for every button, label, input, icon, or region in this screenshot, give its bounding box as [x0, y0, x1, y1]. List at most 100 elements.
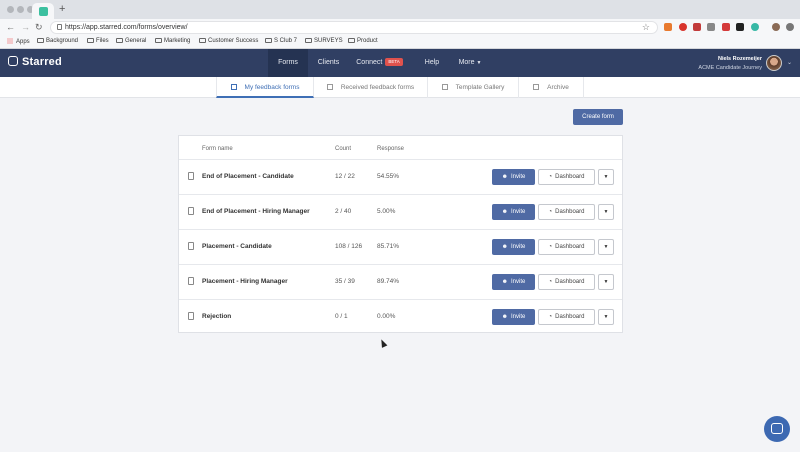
- folder-icon: [265, 38, 272, 43]
- chat-icon: [771, 423, 783, 434]
- starred-logo[interactable]: Starred: [8, 56, 62, 68]
- bookmark-surveys[interactable]: SURVEYS: [305, 38, 343, 44]
- caret-down-icon: ▼: [603, 314, 609, 320]
- row-options-dropdown[interactable]: ▼: [598, 274, 614, 290]
- dashboard-button[interactable]: ◔ Dashboard: [538, 169, 595, 185]
- back-arrow-icon[interactable]: ←: [6, 22, 15, 32]
- folder-icon: [37, 38, 44, 43]
- document-icon: [188, 172, 194, 180]
- browser-address-bar: ← → ↻ https://app.starred.com/forms/over…: [0, 19, 800, 36]
- extension-icon[interactable]: [664, 23, 672, 31]
- nav-connect[interactable]: Connect BETA: [352, 49, 407, 77]
- extension-icon[interactable]: [751, 23, 759, 31]
- list-icon: [230, 84, 237, 90]
- tab-my-feedback-forms[interactable]: My feedback forms: [216, 77, 314, 98]
- form-count: 12 / 22: [335, 173, 355, 180]
- extension-icon[interactable]: [693, 23, 701, 31]
- invite-button[interactable]: ☻ Invite: [492, 204, 535, 220]
- dashboard-button[interactable]: ◔ Dashboard: [538, 309, 595, 325]
- gallery-icon: [441, 84, 448, 90]
- form-name[interactable]: Rejection: [202, 313, 231, 320]
- starred-favicon-icon: [39, 7, 48, 16]
- document-icon: [188, 277, 194, 285]
- bookmark-files[interactable]: Files: [87, 38, 109, 44]
- row-options-dropdown[interactable]: ▼: [598, 239, 614, 255]
- folder-icon: [305, 38, 312, 43]
- gauge-icon: ◔: [548, 314, 553, 320]
- column-header-form-name: Form name: [202, 146, 233, 152]
- extension-icon[interactable]: [679, 23, 687, 31]
- gauge-icon: ◔: [548, 174, 553, 180]
- browser-tab[interactable]: [32, 3, 54, 19]
- bookmark-product[interactable]: Product: [348, 38, 378, 44]
- bookmark-s-club-7[interactable]: S Club 7: [265, 38, 297, 44]
- gauge-icon: ◔: [548, 244, 553, 250]
- folder-icon: [348, 38, 355, 43]
- app-header: Starred Forms Clients Connect BETA Help M…: [0, 49, 800, 77]
- nav-clients[interactable]: Clients: [311, 49, 346, 77]
- add-user-icon: ☻: [501, 174, 508, 180]
- tab-archive[interactable]: Archive: [519, 77, 584, 98]
- bookmark-marketing[interactable]: Marketing: [155, 38, 190, 44]
- column-header-response: Response: [377, 146, 405, 152]
- form-response-rate: 85.71%: [377, 243, 400, 250]
- form-name[interactable]: Placement - Hiring Manager: [202, 278, 288, 285]
- folder-icon: [116, 38, 123, 43]
- dashboard-button[interactable]: ◔ Dashboard: [538, 204, 595, 220]
- avatar[interactable]: [766, 55, 782, 71]
- bookmark-star-icon[interactable]: ☆: [642, 22, 650, 33]
- table-row: End of Placement - Hiring Manager 2 / 40…: [179, 194, 622, 229]
- add-user-icon: ☻: [501, 279, 508, 285]
- form-name[interactable]: Placement - Candidate: [202, 243, 272, 250]
- add-user-icon: ☻: [501, 314, 508, 320]
- profile-avatar-icon[interactable]: [772, 23, 780, 31]
- window-minimize-button[interactable]: [17, 6, 24, 13]
- chevron-down-icon[interactable]: ⌄: [787, 59, 792, 66]
- invite-button[interactable]: ☻ Invite: [492, 309, 535, 325]
- bookmark-customer-success[interactable]: Customer Success: [199, 38, 258, 44]
- invite-button[interactable]: ☻ Invite: [492, 274, 535, 290]
- extension-icon[interactable]: [786, 23, 794, 31]
- beta-badge: BETA: [385, 58, 403, 66]
- caret-down-icon: ▼: [603, 244, 609, 250]
- window-close-button[interactable]: [7, 6, 14, 13]
- caret-down-icon: ▼: [476, 60, 482, 66]
- table-row: Placement - Candidate 108 / 126 85.71% ☻…: [179, 229, 622, 264]
- bookmark-background[interactable]: Background: [37, 38, 78, 44]
- form-count: 0 / 1: [335, 313, 348, 320]
- form-name[interactable]: End of Placement - Candidate: [202, 173, 294, 180]
- table-row: End of Placement - Candidate 12 / 22 54.…: [179, 159, 622, 194]
- bookmark-apps[interactable]: Apps: [7, 38, 30, 45]
- document-icon: [188, 207, 194, 215]
- bookmark-general[interactable]: General: [116, 38, 146, 44]
- add-user-icon: ☻: [501, 209, 508, 215]
- extension-icon[interactable]: [722, 23, 730, 31]
- invite-button[interactable]: ☻ Invite: [492, 239, 535, 255]
- nav-help[interactable]: Help: [418, 49, 446, 77]
- create-form-button[interactable]: Create form: [573, 109, 623, 125]
- nav-more[interactable]: More ▼: [453, 49, 487, 77]
- extension-icon[interactable]: [707, 23, 715, 31]
- tab-received-feedback-forms[interactable]: Received feedback forms: [314, 77, 428, 98]
- dashboard-button[interactable]: ◔ Dashboard: [538, 239, 595, 255]
- new-tab-button[interactable]: +: [59, 3, 65, 15]
- row-options-dropdown[interactable]: ▼: [598, 204, 614, 220]
- reload-icon[interactable]: ↻: [35, 22, 43, 33]
- form-name[interactable]: End of Placement - Hiring Manager: [202, 208, 310, 215]
- folder-icon: [155, 38, 162, 43]
- caret-down-icon: ▼: [603, 279, 609, 285]
- url-field[interactable]: https://app.starred.com/forms/overview/ …: [50, 21, 658, 34]
- tab-template-gallery[interactable]: Template Gallery: [428, 77, 519, 98]
- document-icon: [188, 242, 194, 250]
- folder-icon: [199, 38, 206, 43]
- dashboard-button[interactable]: ◔ Dashboard: [538, 274, 595, 290]
- mouse-cursor-icon: [378, 338, 388, 348]
- row-options-dropdown[interactable]: ▼: [598, 169, 614, 185]
- nav-forms[interactable]: Forms: [268, 49, 308, 77]
- chat-launcher-button[interactable]: [764, 416, 790, 442]
- row-options-dropdown[interactable]: ▼: [598, 309, 614, 325]
- extension-icon[interactable]: [736, 23, 744, 31]
- forward-arrow-icon[interactable]: →: [21, 22, 30, 32]
- form-response-rate: 89.74%: [377, 278, 400, 285]
- invite-button[interactable]: ☻ Invite: [492, 169, 535, 185]
